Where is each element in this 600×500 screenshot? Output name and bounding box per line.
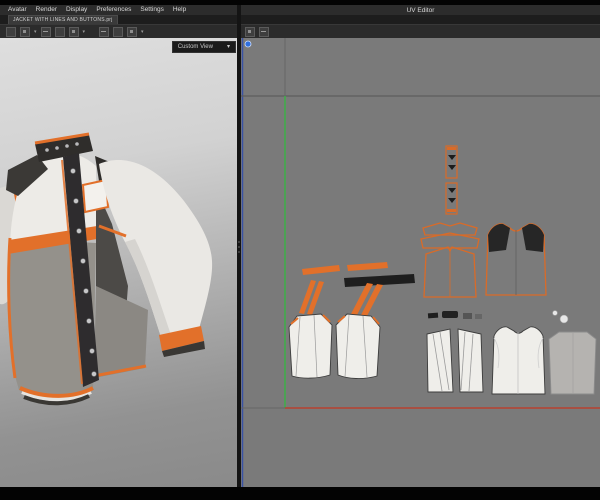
document-tab[interactable]: JACKET WITH LINES AND BUTTONS.prj [8, 15, 118, 24]
menu-item-display[interactable]: Display [66, 5, 87, 15]
move-tool-icon[interactable] [20, 26, 30, 37]
chevron-down-icon[interactable]: ▾ [34, 25, 37, 39]
window-bottom-edge [0, 487, 600, 500]
menu-item-preferences[interactable]: Preferences [96, 5, 131, 15]
uv-editor-title: UV Editor [406, 6, 435, 14]
menu-item-help[interactable]: Help [173, 5, 186, 15]
uv-piece-inner-back[interactable] [548, 331, 597, 395]
menu-item-render[interactable]: Render [36, 5, 57, 15]
pin-tool-icon[interactable] [127, 26, 138, 37]
uv-editor-tab-strip [241, 15, 600, 24]
uv-piece-diagonal-straps[interactable] [299, 280, 383, 316]
uv-editor-header: UV Editor [241, 5, 600, 15]
uv-piece-back-panel[interactable] [485, 223, 547, 296]
uv-piece-sleeve-right[interactable] [335, 313, 381, 379]
edit-pattern-icon[interactable] [54, 26, 65, 37]
uv-piece-front-panels[interactable] [423, 246, 477, 298]
chevron-down-icon: ▾ [226, 44, 230, 50]
select-tool-icon[interactable] [6, 26, 16, 37]
splitter-dot [238, 241, 240, 243]
uv-piece-button-placket[interactable] [445, 145, 458, 215]
uv-toolbar [241, 24, 600, 38]
uv-editor-pane: UV Editor [241, 5, 600, 487]
document-tab-bar: JACKET WITH LINES AND BUTTONS.prj [0, 15, 237, 24]
app-root: { "menu": { "items": ["Avatar", "Render"… [0, 0, 600, 500]
splitter-dot [238, 246, 240, 248]
menu-item-settings[interactable]: Settings [140, 5, 164, 15]
main-toolbar: ▾ ▾ ▾ [0, 24, 237, 38]
uv-piece-side-front-panels[interactable] [426, 328, 484, 393]
main-pane: Avatar Render Display Preferences Settin… [0, 5, 237, 487]
pen-tool-icon[interactable] [40, 26, 51, 37]
uv-piece-back-lining[interactable] [491, 326, 546, 395]
uv-piece-collar-bands[interactable] [420, 222, 480, 249]
splitter-dot [238, 251, 240, 253]
sewing-tool-icon[interactable] [68, 26, 79, 37]
view-selector[interactable]: Custom View ▾ [171, 41, 236, 53]
menu-item-avatar[interactable]: Avatar [8, 5, 27, 15]
menu-bar: Avatar Render Display Preferences Settin… [0, 5, 237, 15]
uv-transform-tool-icon[interactable] [245, 26, 255, 37]
uv-edit-tool-icon[interactable] [259, 26, 269, 37]
uv-piece-button-dots[interactable] [552, 310, 569, 324]
uv-canvas[interactable] [241, 38, 600, 487]
chevron-down-icon[interactable]: ▾ [141, 25, 144, 39]
viewport-3d[interactable]: Custom View ▾ [0, 38, 237, 487]
uv-piece-small-parts[interactable] [427, 311, 482, 319]
jacket-3d-model [0, 132, 213, 406]
uv-layout [241, 38, 600, 487]
uv-piece-sleeve-left[interactable] [288, 313, 333, 379]
document-tab-label: JACKET WITH LINES AND BUTTONS.prj [13, 17, 113, 23]
measure-tool-icon[interactable] [99, 26, 110, 37]
uv-cursor-icon[interactable] [244, 40, 252, 48]
chevron-down-icon[interactable]: ▾ [83, 25, 86, 39]
texture-tool-icon[interactable] [113, 26, 124, 37]
view-selector-label: Custom View [177, 44, 213, 50]
